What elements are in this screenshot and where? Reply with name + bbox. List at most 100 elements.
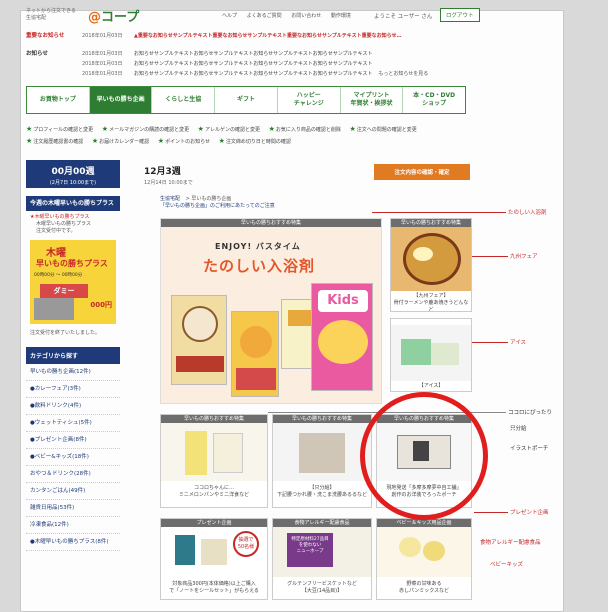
current-week-title: 00月00週 [51, 167, 95, 177]
notice-label: お知らせ [26, 51, 48, 57]
notice-date: 2018年01月03日 [82, 51, 123, 57]
nav-hayaimono[interactable]: 早いもの勝ち企画 [89, 87, 153, 113]
biscuit-image: 特定原材料27品目 を使わない ニューホープ [273, 527, 371, 577]
card-towel[interactable]: 早いもの勝ちおすすめ特集 【只分給】 下記腰つかれ腰・洗こま洗腰あるるなど [272, 414, 372, 508]
towel-image [273, 423, 371, 481]
notice-link[interactable]: お知らせサンプルテキストお知らせサンプルテキストお知らせサンプルテキストお知らせ… [134, 51, 372, 57]
card-caption: 【九州フェア】 骨付ラーメンや鹿あ焼きうどんなど [393, 293, 469, 312]
quick-link[interactable]: ★メールマガジンの購読の確認と変更 [102, 124, 189, 136]
order-confirm-button[interactable]: 注文内容の確認・確定 [374, 164, 470, 180]
category-item[interactable]: おやつ＆ドリンク(28件) [26, 466, 120, 483]
help-link[interactable]: ヘルプ [222, 13, 237, 19]
star-icon: ★ [197, 125, 204, 133]
quick-link[interactable]: ★注文への問題の確認と変更 [349, 124, 416, 136]
card-header: プレゼント企画 [161, 519, 267, 527]
card-ice[interactable]: 【アイス】 [390, 318, 472, 392]
faq-link[interactable]: よくあるご質問 [247, 13, 282, 19]
quick-link[interactable]: ★お届けカレンダー確認 [92, 136, 149, 148]
category-item[interactable]: ●木曜早いもの勝ちプラス(8件) [26, 534, 120, 551]
category-item[interactable]: ●飲料ドリンク(4件) [26, 398, 120, 415]
category-item[interactable]: 早いもの勝ち企画(12件) [26, 364, 120, 381]
quick-link[interactable]: ★プロフィールの確認と変更 [26, 124, 93, 136]
nav-myprint[interactable]: マイプリント 年賀状・挨拶状 [341, 87, 404, 113]
category-item[interactable]: ●プレゼント企画(8件) [26, 432, 120, 449]
contact-link[interactable]: お問い合わせ [291, 13, 321, 19]
logo-at: @ [88, 10, 101, 25]
card-caption: ココロちゃんに… ミニメロンパンやミニ洋食など [178, 485, 250, 498]
header-links: ヘルプ よくあるご質問 お問い合わせ 動作環境 [222, 12, 359, 19]
quick-link[interactable]: ★注文締め切り日と時間の確認 [219, 136, 291, 148]
nav-books-shop[interactable]: 本・CD・DVD ショップ [403, 87, 465, 113]
category-item[interactable]: 冷凍食品(12件) [26, 517, 120, 534]
allergy-badge: 特定原材料27品目 を使わない ニューホープ [287, 533, 333, 567]
category-item[interactable]: カンタンごはん(49件) [26, 483, 120, 500]
ice-image [391, 325, 471, 381]
current-week-tab[interactable]: 00月00週 (2月7日 10:00まで) [26, 160, 120, 188]
breadcrumb-current: 早いもの勝ち企画 [191, 196, 232, 202]
card-baby-kids[interactable]: ベビー＆キッズ用品企画 野菜の甘味ある 赤しパンミックスなど [376, 518, 472, 600]
quick-link[interactable]: ★ポイントのお知らせ [158, 136, 210, 148]
next-week-title: 12月3週 [144, 167, 181, 177]
star-icon: ★ [218, 137, 225, 145]
urgent-notice-link[interactable]: ▲重要なお知らせサンプルテキスト重要なお知らせサンプルテキスト重要なお知らせサン… [134, 33, 402, 39]
notice-date: 2018年01月03日 [82, 71, 123, 77]
notice-link[interactable]: お知らせサンプルテキストお知らせサンプルテキストお知らせサンプルテキストお知らせ… [134, 61, 372, 67]
card-header: 早いもの勝ちおすすめ特集 [161, 415, 267, 423]
card-present[interactable]: プレゼント企画 抽選で 50名様 対象商品300円(本体価格)以上ご購入 で「ノ… [160, 518, 268, 600]
next-week-tab[interactable]: 12月3週 12月14日 10:00まで [144, 164, 193, 186]
logout-button[interactable]: ログアウト [440, 8, 480, 22]
callout-kokoro: ココロにぴったり [508, 410, 553, 416]
star-icon: ★ [26, 125, 33, 133]
breadcrumb-root[interactable]: 生協宅配 [160, 196, 180, 202]
card-caption: 【アイス】 [418, 383, 444, 389]
main-nav: お買物トップ 早いもの勝ち企画 くらしと生協 ギフト ハッピー チャレンジ マイ… [26, 86, 466, 114]
ramen-image [391, 227, 471, 291]
category-item[interactable]: 雑貨日用品(53件) [26, 500, 120, 517]
card-allergy[interactable]: 食物アレルギー配慮食品 特定原材料27品目 を使わない ニューホープ グルテンフ… [272, 518, 372, 600]
card-header: 早いもの勝ちおすすめ特集 [391, 219, 471, 227]
urgent-notice-date: 2018年01月03日 [82, 33, 123, 39]
nav-shopping-top[interactable]: お買物トップ [27, 87, 90, 113]
current-week-deadline: (2月7日 10:00まで) [49, 180, 97, 186]
category-item[interactable]: ●ウェットティシュ(5件) [26, 415, 120, 432]
more-notices-link[interactable]: もっとお知らせを見る [378, 71, 428, 77]
quick-link[interactable]: ★注文履歴確認書の確認 [26, 136, 83, 148]
callout-ice: アイス [510, 340, 527, 346]
category-item[interactable]: ●ベビー&キッズ(18件) [26, 449, 120, 466]
callout-bath: たのしい入浴剤 [508, 210, 547, 216]
banner-time: 00時00分 ～ 00時00分 [34, 273, 83, 278]
coop-logo[interactable]: @コープ [88, 6, 139, 25]
next-week-deadline: 12月14日 10:00まで [144, 180, 193, 186]
star-icon: ★ [101, 125, 109, 133]
card-header: 早いもの勝ちおすすめ特集 [273, 415, 371, 423]
callout-line [472, 256, 508, 257]
card-caption: 対象商品300円(本体価格)以上ご購入 で「ノートをシールセット」がもらえる [169, 581, 259, 594]
card-caption: 【只分給】 下記腰つかれ腰・洗こま洗腰あるるなど [276, 485, 367, 498]
category-item[interactable]: ●カレーフェア(3件) [26, 381, 120, 398]
nav-kurashi[interactable]: くらしと生協 [152, 87, 216, 113]
user-greeting: ようこそ ユーザー さん [374, 14, 433, 20]
category-heading: カテゴリから探す [26, 347, 120, 364]
hero-enjoy-text: ENJOY! バスタイム [215, 242, 301, 251]
quick-link[interactable]: ★アレルゲンの確認と変更 [198, 124, 260, 136]
bread-roll-image [377, 527, 471, 577]
card-kokoro[interactable]: 早いもの勝ちおすすめ特集 ココロちゃんに… ミニメロンパンやミニ洋食など [160, 414, 268, 508]
environment-link[interactable]: 動作環境 [331, 13, 351, 19]
notice-link[interactable]: お知らせサンプルテキストお知らせサンプルテキストお知らせサンプルテキストお知らせ… [134, 71, 372, 77]
notice-row: お知らせ 2018年01月03日 お知らせサンプルテキストお知らせサンプルテキストお… [26, 50, 546, 59]
sidebar: 今週の木曜早いもの勝ちプラス ★木曜早いもの勝ちプラス 木曜早いもの勝ちプラス … [26, 196, 120, 602]
nav-happy-challenge[interactable]: ハッピー チャレンジ [278, 87, 341, 113]
promo-link[interactable]: ★木曜早いもの勝ちプラス [30, 214, 116, 221]
hero-title: たのしい入浴剤 [203, 257, 316, 275]
quick-links: ★プロフィールの確認と変更 ★メールマガジンの購読の確認と変更 ★アレルゲンの確… [26, 124, 486, 148]
hero-banner-bath[interactable]: 早いもの勝ちおすすめ特集 ENJOY! バスタイム たのしい入浴剤 Kids [160, 218, 382, 404]
breadcrumb-notice-link[interactable]: 「早いもの勝ち企画」のご利用にあたってのご注意 [160, 203, 275, 209]
card-kyushu-fair[interactable]: 早いもの勝ちおすすめ特集 【九州フェア】 骨付ラーメンや鹿あ焼きうどんなど [390, 218, 472, 312]
sidebar-note: 注文受付を終了いたしました。 [30, 330, 101, 336]
nav-gift[interactable]: ギフト [215, 87, 278, 113]
sidebar-heading: 今週の木曜早いもの勝ちプラス [26, 196, 120, 211]
site-tagline: ネットから注文できる 生協宅配 [26, 8, 76, 21]
callout-baby: ベビーキッズ [490, 562, 524, 568]
quick-link[interactable]: ★お気に入り商品の確認と削除 [269, 124, 341, 136]
thursday-banner[interactable]: 木曜 早いもの勝ちプラス 00時00分 ～ 00時00分 ダミー 000円 [30, 240, 116, 324]
